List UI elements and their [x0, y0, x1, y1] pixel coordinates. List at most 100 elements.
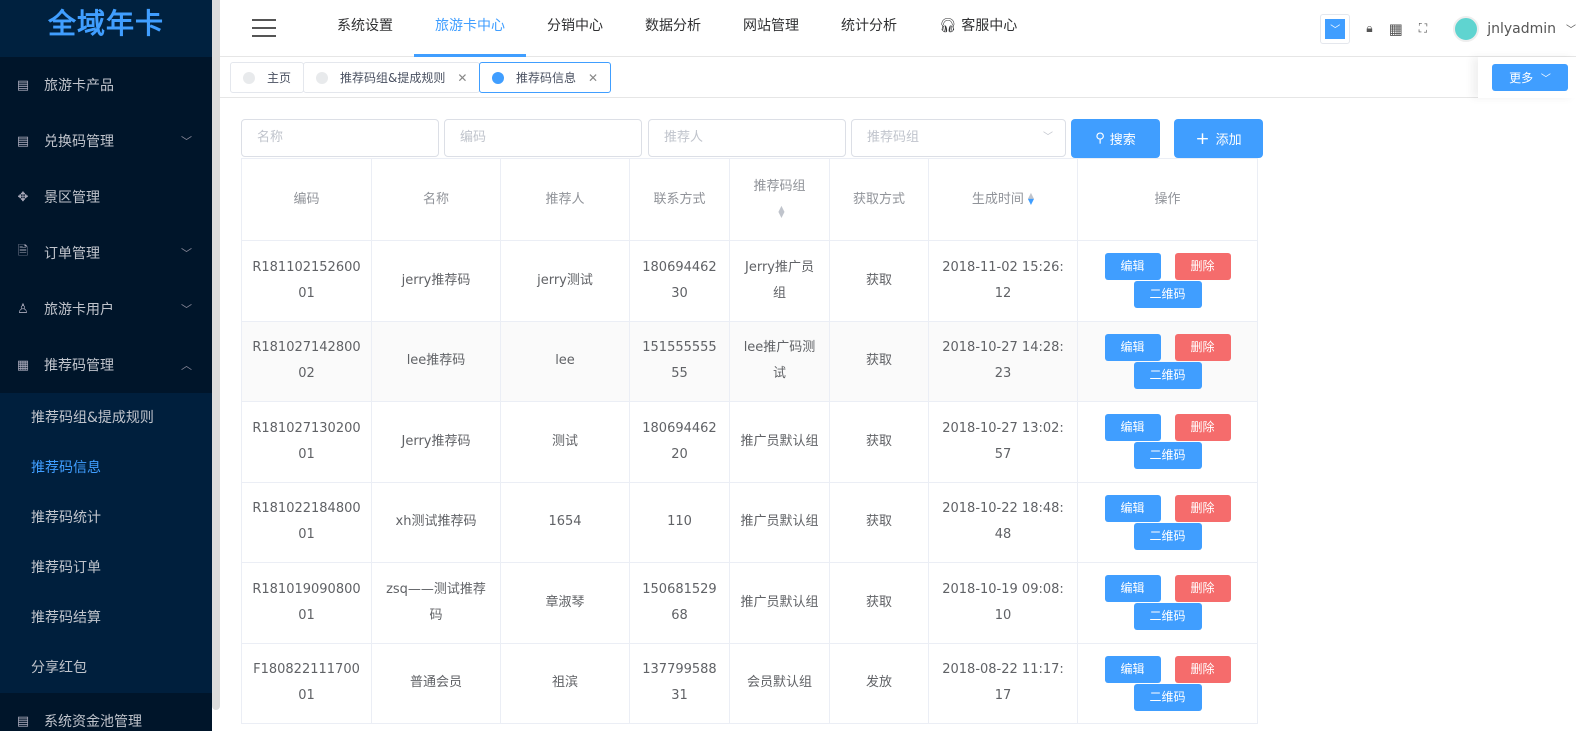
sidebar-item-label: 景区管理	[44, 190, 100, 206]
qrcode-button[interactable]: 二维码	[1133, 442, 1202, 470]
username[interactable]: jnlyadmin	[1487, 21, 1556, 37]
edit-button[interactable]: 编辑	[1104, 494, 1161, 522]
close-icon[interactable]: ✕	[457, 71, 467, 85]
chevron-icon: ﹀	[181, 247, 192, 260]
lock-icon[interactable]: 🔒︎	[1366, 21, 1372, 36]
nav-label: 系统设置	[337, 17, 393, 34]
sort-icon[interactable]: ▲ ▼	[778, 205, 784, 219]
sidebar-item[interactable]: 🗎︎ 订单管理 ﹀	[0, 225, 212, 281]
avatar[interactable]	[1453, 15, 1480, 42]
table-cell: 110	[629, 481, 730, 563]
table-cell: R18102218480001	[241, 481, 372, 563]
qrcode-button[interactable]: 二维码	[1133, 683, 1202, 711]
table-cell: xh测试推荐码	[371, 481, 501, 563]
delete-button[interactable]: 删除	[1174, 575, 1231, 603]
submenu-item[interactable]: 推荐码订单	[0, 543, 212, 593]
submenu-item[interactable]: 推荐码组&提成规则	[0, 393, 212, 443]
table-cell: 15155555555	[629, 320, 730, 402]
table-cell: 获取	[829, 562, 929, 644]
nav-item[interactable]: 系统设置	[316, 0, 414, 57]
tab-label: 主页	[267, 71, 292, 85]
table-cell: 章淑琴	[500, 562, 630, 644]
menu-toggle-icon[interactable]	[252, 19, 276, 37]
delete-button[interactable]: 删除	[1174, 333, 1231, 361]
table-cell: 2018-08-22 11:17:17	[928, 642, 1078, 724]
table-cell: R18102713020001	[241, 401, 372, 483]
table-cell: F18082211170001	[241, 642, 372, 724]
nav-label: 统计分析	[841, 17, 897, 34]
qrcode-button[interactable]: 二维码	[1133, 522, 1202, 550]
search-label: 搜索	[1109, 133, 1136, 148]
nav-item[interactable]: 分销中心	[526, 0, 624, 57]
qrcode-button[interactable]: 二维码	[1133, 603, 1202, 631]
add-label: 添加	[1215, 133, 1242, 148]
chevron-icon: ﹀	[181, 135, 192, 148]
table-cell: 2018-10-27 13:02:57	[928, 401, 1078, 483]
search-button[interactable]: ⚲ 搜索	[1071, 119, 1160, 158]
more-button[interactable]: 更多 ﹀	[1492, 64, 1568, 91]
sort-icon[interactable]: ▲ ▼	[1028, 192, 1034, 206]
sidebar-item[interactable]: ▤ 兑换码管理 ﹀	[0, 113, 212, 169]
sidebar-item-label: 系统资金池管理	[44, 714, 142, 730]
headset-icon: 🎧︎	[939, 17, 962, 34]
sidebar-item-label: 兑换码管理	[44, 134, 114, 150]
delete-button[interactable]: 删除	[1174, 494, 1231, 522]
table-row: R18101909080001 zsq——测试推荐码 章淑琴 15068152968 推…	[241, 562, 1258, 644]
close-icon[interactable]: ✕	[588, 71, 598, 85]
edit-button[interactable]: 编辑	[1104, 575, 1161, 603]
sidebar-item[interactable]: ▤ 系统资金池管理	[0, 693, 212, 749]
theme-dropdown[interactable]: ﹀	[1320, 13, 1351, 44]
tab-label: 推荐码组&提成规则	[340, 71, 446, 85]
table-cell: 测试	[500, 401, 630, 483]
sidebar-item[interactable]: ▦ 推荐码管理 ︿	[0, 337, 212, 393]
nav-item[interactable]: 🎧︎ 客服中心	[918, 0, 1038, 57]
nav-item[interactable]: 数据分析	[624, 0, 722, 57]
sidebar-item[interactable]: ✥ 景区管理	[0, 169, 212, 225]
table-cell: R18101909080001	[241, 562, 372, 644]
nav-label: 旅游卡中心	[435, 17, 505, 34]
code-input[interactable]: 编码	[444, 119, 642, 157]
actions-cell: 编辑 删除 二维码	[1077, 401, 1258, 483]
tab-referral-info[interactable]: 推荐码信息 ✕	[479, 62, 612, 93]
column-header: 推荐码组 ▲ ▼	[729, 158, 830, 241]
qrcode-button[interactable]: 二维码	[1133, 361, 1202, 389]
nav-item[interactable]: 旅游卡中心	[414, 0, 526, 57]
table-row: R18110215260001 jerry推荐码 jerry测试 1806944623…	[241, 240, 1258, 322]
grid-icon[interactable]: ▦	[1389, 20, 1403, 38]
sidebar-item[interactable]: ♙ 旅游卡用户 ﹀	[0, 281, 212, 337]
edit-button[interactable]: 编辑	[1104, 414, 1161, 442]
table-cell: 推广员默认组	[729, 401, 830, 483]
tab-referral-group[interactable]: 推荐码组&提成规则 ✕	[303, 62, 481, 93]
delete-button[interactable]: 删除	[1174, 655, 1231, 683]
actions-cell: 编辑 删除 二维码	[1077, 240, 1258, 322]
sidebar-scrollbar[interactable]	[212, 0, 220, 731]
tab-home[interactable]: 主页	[230, 62, 305, 93]
submenu-item[interactable]: 推荐码统计	[0, 493, 212, 543]
submenu-item[interactable]: 分享红包	[0, 643, 212, 693]
add-button[interactable]: + 添加	[1174, 119, 1263, 158]
qrcode-button[interactable]: 二维码	[1133, 281, 1202, 309]
dot-icon	[492, 71, 504, 84]
edit-button[interactable]: 编辑	[1104, 655, 1161, 683]
actions-cell: 编辑 删除 二维码	[1077, 642, 1258, 724]
delete-button[interactable]: 删除	[1174, 414, 1231, 442]
submenu-item[interactable]: 推荐码信息	[0, 443, 212, 493]
chevron-down-icon[interactable]: ﹀	[1566, 21, 1576, 36]
file-icon: 🗎︎	[17, 244, 29, 259]
table-cell: 获取	[829, 481, 929, 563]
table-cell: 2018-10-19 09:08:10	[928, 562, 1078, 644]
fullscreen-icon[interactable]: ⛶	[1419, 21, 1427, 36]
edit-button[interactable]: 编辑	[1104, 253, 1161, 281]
table-cell: 18069446220	[629, 401, 730, 483]
table-row: F18082211170001 普通会员 祖滨 13779958831 会员默认组 发放 2…	[241, 642, 1258, 724]
name-input[interactable]: 名称	[241, 119, 439, 157]
referrer-input[interactable]: 推荐人	[648, 119, 846, 157]
nav-item[interactable]: 统计分析	[820, 0, 918, 57]
nav-item[interactable]: 网站管理	[722, 0, 820, 57]
group-select[interactable]: 推荐码组 ﹀	[851, 119, 1066, 157]
delete-button[interactable]: 删除	[1174, 253, 1231, 281]
edit-button[interactable]: 编辑	[1104, 333, 1161, 361]
sidebar-item[interactable]: ▤ 旅游卡产品	[0, 57, 212, 113]
submenu-item[interactable]: 推荐码结算	[0, 593, 212, 643]
group-select-placeholder: 推荐码组	[867, 130, 920, 145]
